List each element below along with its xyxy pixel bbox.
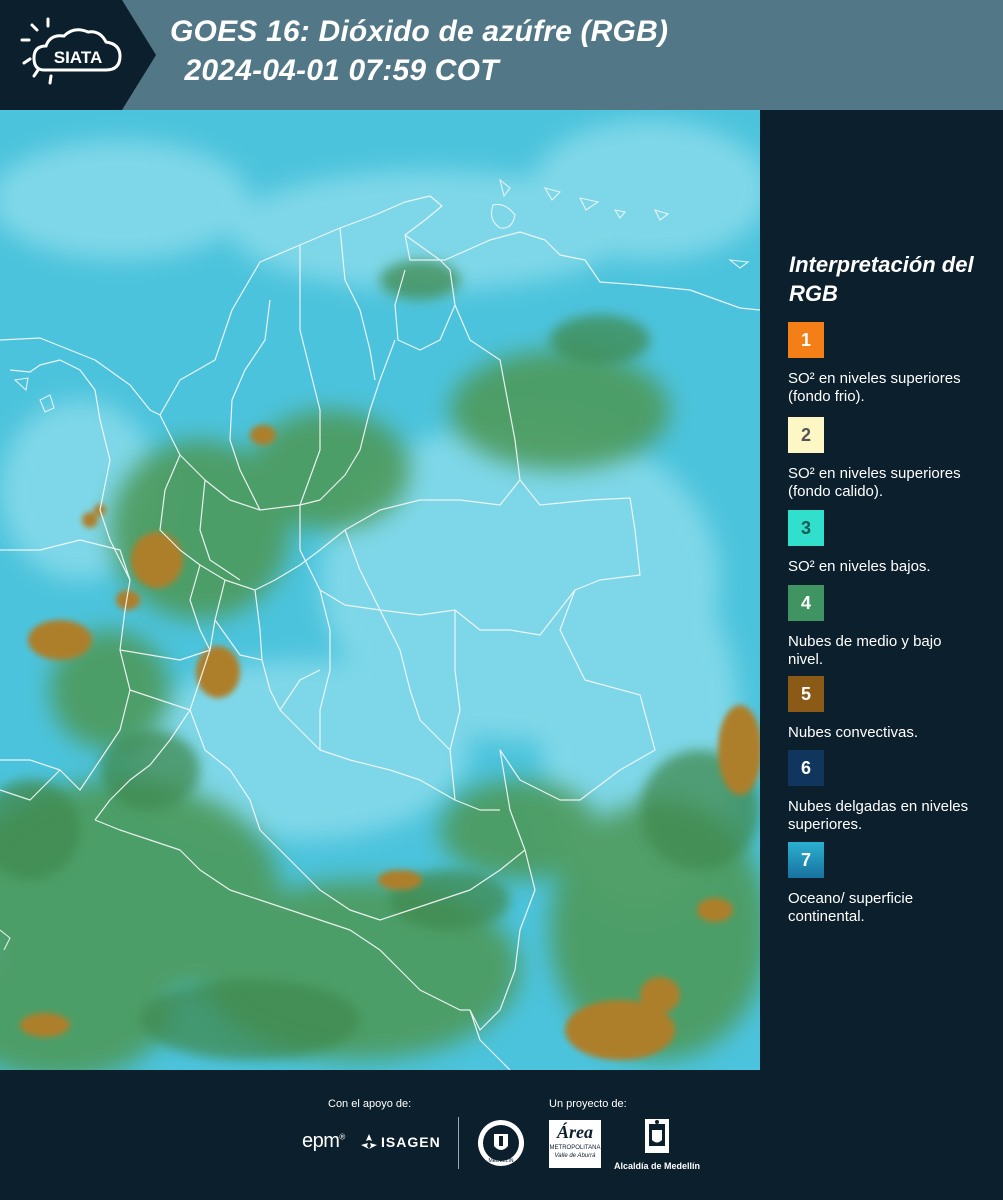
legend-item-6: 6 Nubes delgadas en niveles superiores. (788, 750, 988, 834)
area-logo-text: Área (557, 1122, 593, 1142)
siata-logo: SIATA (0, 0, 156, 110)
header-bar: SIATA GOES 16: Dióxido de azúfre (RGB) 2… (0, 0, 1003, 110)
legend-swatch: 3 (788, 510, 824, 546)
legend-number: 3 (800, 517, 811, 538)
legend-swatch: 2 (788, 417, 824, 453)
page-title: GOES 16: Dióxido de azúfre (RGB) (170, 15, 669, 48)
legend-swatch: 5 (788, 676, 824, 712)
medellin-seal-logo: MEDELLÍN (476, 1118, 526, 1173)
legend-label: Nubes delgadas en niveles superiores. (788, 798, 969, 833)
legend-item-4: 4 Nubes de medio y bajo nivel. (788, 585, 988, 669)
seal-icon: MEDELLÍN (478, 1120, 524, 1166)
legend-number: 1 (800, 329, 811, 350)
legend-label: Oceano/ superficie continental. (788, 890, 914, 925)
alcaldia-logo: Alcaldía de Medellín (612, 1118, 702, 1171)
legend-item-2: 2 SO² en niveles superiores (fondo calid… (788, 417, 988, 501)
area-metropolitana-logo: Área METROPOLITANA Valle de Aburrá (549, 1120, 601, 1168)
legend-label: SO² en niveles bajos. (788, 558, 931, 575)
footer-divider (458, 1117, 459, 1169)
timestamp: 2024-04-01 07:59 COT (176, 54, 499, 87)
isagen-icon (361, 1134, 377, 1149)
isagen-logo: ISAGEN (360, 1133, 441, 1151)
area-logo-sub1: METROPOLITANA (549, 1145, 601, 1151)
coat-of-arms-icon (645, 1119, 669, 1153)
satellite-map[interactable] (0, 110, 760, 1070)
svg-text:MEDELLÍN: MEDELLÍN (488, 1157, 513, 1164)
legend-label: SO² en niveles superiores (fondo calido)… (788, 465, 961, 500)
legend-item-7: 7 Oceano/ superficie continental. (788, 842, 988, 926)
legend-panel: Interpretación del RGB 1 SO² en niveles … (760, 110, 1003, 1070)
support-label: Con el apoyo de: (328, 1098, 412, 1110)
epm-logo-text: epm (302, 1130, 340, 1152)
alcaldia-logo-text: Alcaldía de Medellín (613, 1161, 701, 1171)
legend-swatch: 4 (788, 585, 824, 621)
legend-item-5: 5 Nubes convectivas. (788, 676, 988, 742)
legend-title: Interpretación del RGB (789, 252, 974, 306)
legend-number: 2 (800, 424, 811, 445)
legend-label: Nubes convectivas. (788, 724, 919, 741)
area-logo-sub2: Valle de Aburrá (554, 1153, 596, 1159)
logo-text: SIATA (54, 48, 102, 67)
legend-item-3: 3 SO² en niveles bajos. (788, 510, 988, 576)
legend-swatch: 6 (788, 750, 824, 786)
epm-logo: epm® (302, 1130, 345, 1152)
legend-label: Nubes de medio y bajo nivel. (788, 633, 942, 668)
legend-number: 4 (800, 592, 811, 613)
legend-number: 6 (800, 757, 811, 778)
legend-item-1: 1 SO² en niveles superiores (fondo frio)… (788, 322, 988, 406)
legend-swatch: 1 (788, 322, 824, 358)
legend-number: 5 (800, 683, 811, 704)
footer: Con el apoyo de: Un proyecto de: epm® IS… (0, 1070, 1003, 1200)
project-label: Un proyecto de: (549, 1098, 627, 1110)
legend-number: 7 (800, 849, 811, 870)
legend-label: SO² en niveles superiores (fondo frio). (788, 370, 961, 405)
isagen-logo-text: ISAGEN (381, 1134, 441, 1150)
legend-swatch: 7 (788, 842, 824, 878)
